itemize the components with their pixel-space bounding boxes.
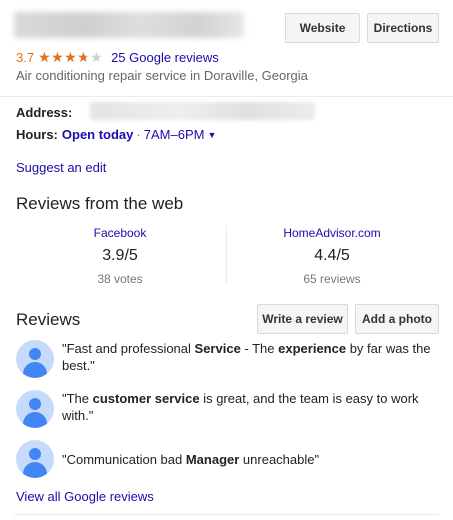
star-rating: ★★★★★★★★★★ [38,48,103,65]
google-reviews-link[interactable]: 25 Google reviews [111,50,219,65]
divider [0,96,453,97]
reviews-title: Reviews [16,310,81,329]
source-count: 38 votes [97,272,143,286]
hours-separator: · [136,127,141,142]
hours-row: Hours: Open today · 7AM–6PM ▼ [16,127,216,142]
business-category: Air conditioning repair service in Dorav… [16,68,308,83]
address-label: Address: [16,105,73,120]
star-icon: ★★ [90,48,103,65]
view-all-reviews-link[interactable]: View all Google reviews [16,489,154,504]
caret-down-icon[interactable]: ▼ [207,130,216,140]
rating-value: 3.7 [16,49,35,65]
column-divider [226,226,227,284]
avatar-icon [16,390,54,428]
star-icon: ★★ [77,48,90,65]
avatar-icon [16,340,54,378]
review-text: "The customer service is great, and the … [62,391,419,423]
directions-button[interactable]: Directions [367,13,439,43]
divider [14,514,439,515]
star-icon: ★★ [38,48,51,65]
website-button[interactable]: Website [285,13,360,43]
web-review-source-facebook: Facebook 3.9/5 38 votes [20,226,220,286]
star-icon: ★★ [51,48,64,65]
hours-status[interactable]: Open today [62,127,134,142]
add-photo-button[interactable]: Add a photo [355,304,439,334]
hours-range[interactable]: 7AM–6PM [144,127,205,142]
rating-row: 3.7 ★★★★★★★★★★ 25 Google reviews [16,48,219,66]
source-count: 65 reviews [303,272,361,286]
web-review-source-homeadvisor: HomeAdvisor.com 4.4/5 65 reviews [232,226,432,286]
review-snippet[interactable]: "Communication bad Manager unreachable" [16,440,432,478]
source-score: 3.9/5 [102,247,138,264]
review-text: "Fast and professional Service - The exp… [62,341,431,373]
avatar-icon [16,440,54,478]
source-name[interactable]: Facebook [20,226,220,240]
address-value-redacted [90,102,315,120]
suggest-edit-link[interactable]: Suggest an edit [16,160,106,175]
hours-label: Hours: [16,127,58,142]
review-snippet[interactable]: "Fast and professional Service - The exp… [16,340,432,378]
review-snippet[interactable]: "The customer service is great, and the … [16,390,432,428]
web-reviews-title: Reviews from the web [16,194,184,213]
source-name[interactable]: HomeAdvisor.com [232,226,432,240]
source-score: 4.4/5 [314,247,350,264]
business-name-redacted [14,12,244,38]
star-icon: ★★ [64,48,77,65]
write-review-button[interactable]: Write a review [257,304,348,334]
review-text: "Communication bad Manager unreachable" [62,452,320,467]
